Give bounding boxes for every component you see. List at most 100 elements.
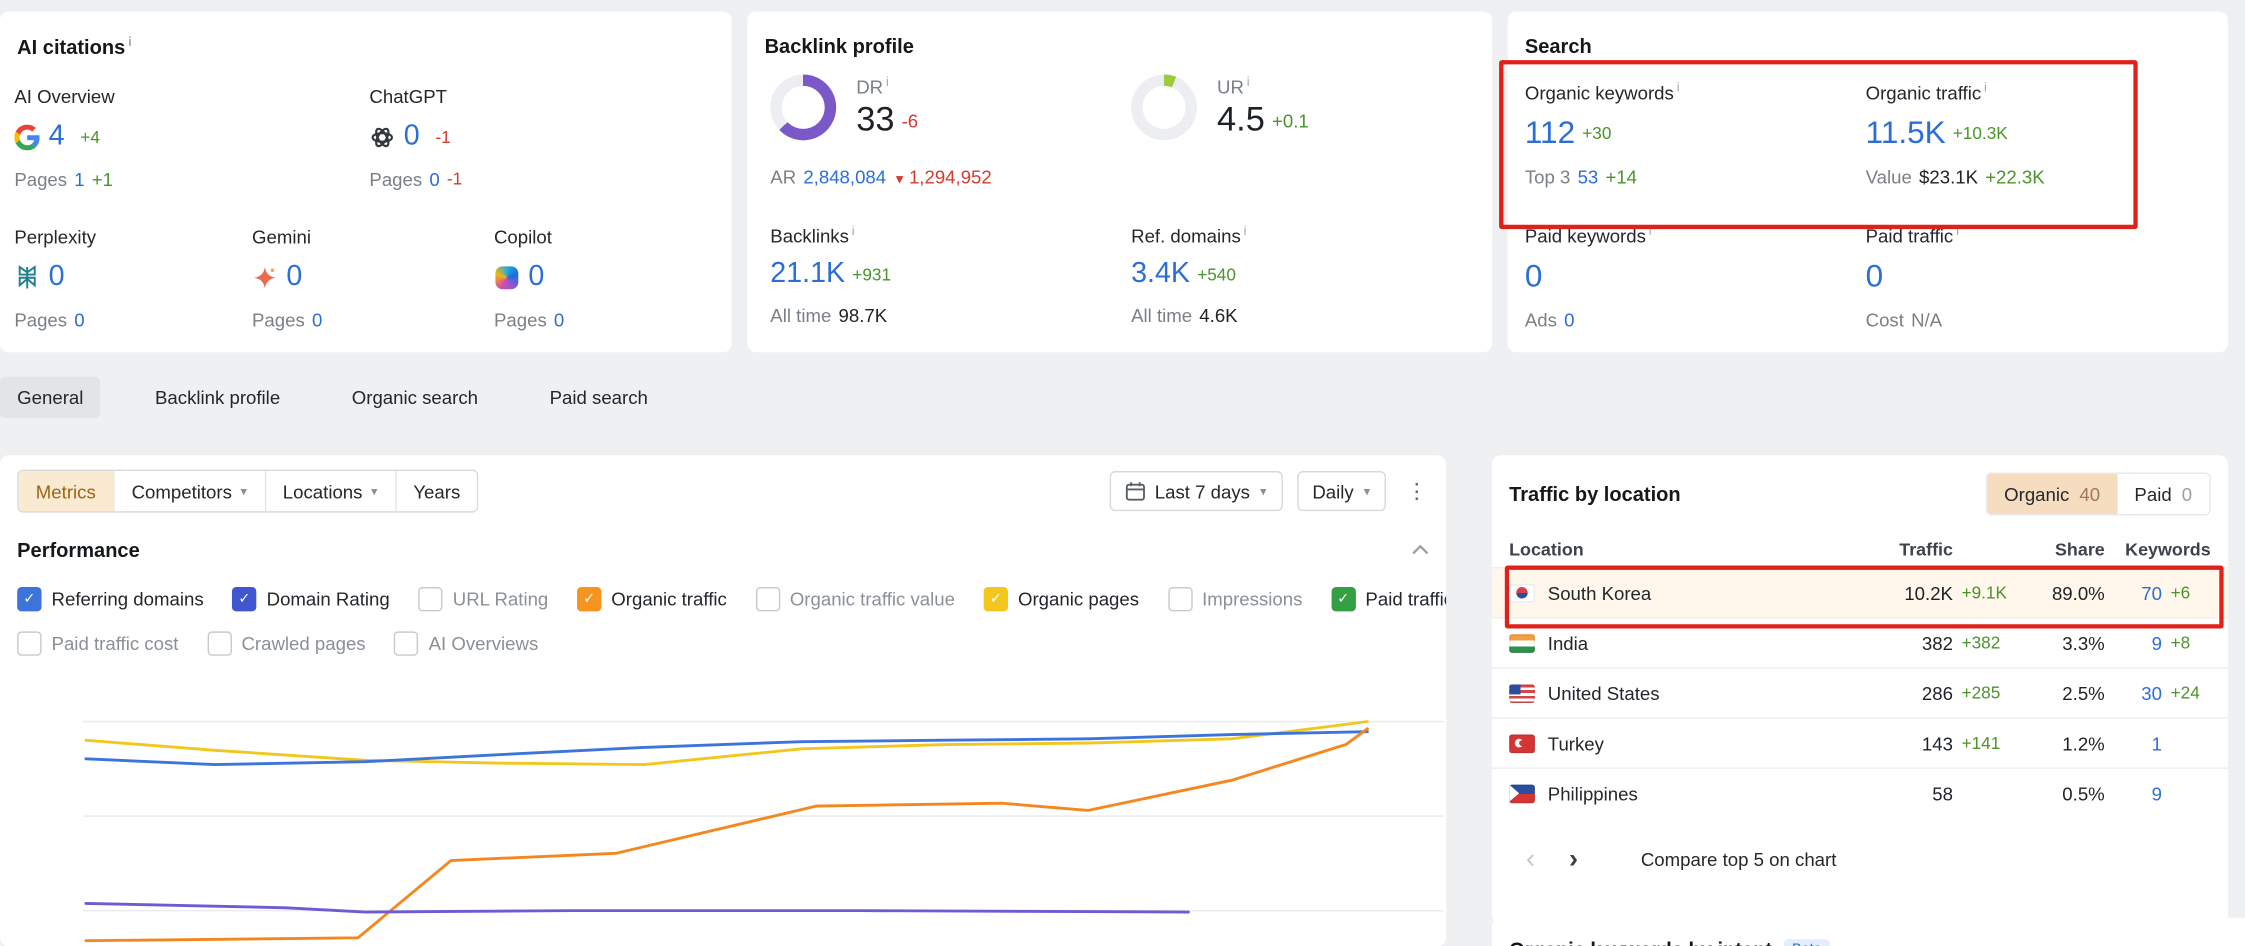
- organic-intent-title: Organic keywords by intent: [1509, 938, 1772, 946]
- checkbox-unchecked-icon: [418, 587, 442, 611]
- metric-checkbox-organic-pages[interactable]: ✓Organic pages: [984, 587, 1139, 611]
- dr-donut-chart: [770, 74, 836, 140]
- performance-line-chart: [0, 659, 1446, 946]
- compare-top-5-link[interactable]: Compare top 5 on chart: [1641, 848, 1837, 869]
- ur-donut-chart: [1131, 74, 1197, 140]
- metric-checkbox-crawled-pages[interactable]: Crawled pages: [207, 631, 366, 655]
- keywords-link[interactable]: 9: [2105, 782, 2162, 803]
- chatgpt-icon: [369, 124, 395, 150]
- locations-button[interactable]: Locations▾: [264, 471, 395, 511]
- metric-checkbox-paid-traffic-cost[interactable]: Paid traffic cost: [17, 631, 178, 655]
- info-icon[interactable]: i: [1244, 223, 1247, 237]
- info-icon[interactable]: i: [128, 34, 132, 48]
- url-rating-block: URi 4.5+0.1: [1131, 74, 1309, 140]
- copilot-icon: [494, 264, 520, 290]
- checkbox-unchecked-icon: [207, 631, 231, 655]
- chevron-down-icon: ▾: [371, 483, 377, 499]
- search-title: Search: [1525, 34, 1592, 57]
- metric-checkbox-ai-overviews[interactable]: AI Overviews: [394, 631, 538, 655]
- keywords-link[interactable]: 30: [2105, 682, 2162, 703]
- keywords-link[interactable]: 1: [2105, 732, 2162, 753]
- organic-keywords-by-intent-card: Organic keywords by intent Beta: [1492, 918, 2245, 946]
- table-row-india[interactable]: India 382 +382 3.3% 9 +8: [1492, 617, 2228, 667]
- chart-config-group: Metrics Competitors▾ Locations▾ Years: [17, 470, 479, 513]
- ai-item-chatgpt: ChatGPT 0 -1 Pages 0 -1: [369, 86, 598, 191]
- paid-keywords-block: Paid keywordsi 0 Ads0: [1525, 223, 1854, 331]
- organic-keywords-block: Organic keywordsi 112+30 Top 353+14: [1525, 80, 1854, 188]
- tab-paid-search[interactable]: Paid search: [532, 376, 665, 418]
- search-card: Search Organic keywordsi 112+30 Top 353+…: [1508, 11, 2228, 352]
- checkbox-unchecked-icon: [394, 631, 418, 655]
- paid-traffic-block: Paid traffici 0 CostN/A: [1866, 223, 2195, 331]
- info-icon[interactable]: i: [886, 74, 889, 88]
- metric-checkbox-organic-traffic[interactable]: ✓Organic traffic: [577, 587, 727, 611]
- checkbox-checked-icon: ✓: [577, 587, 601, 611]
- metric-checkbox-impressions[interactable]: Impressions: [1168, 587, 1303, 611]
- collapse-chevron-icon[interactable]: [1412, 544, 1429, 555]
- table-row-turkey[interactable]: Turkey 143 +141 1.2% 1: [1492, 717, 2228, 767]
- flag-icon-turkey: [1509, 734, 1535, 753]
- location-table-header: Location Traffic Share Keywords: [1492, 533, 2228, 567]
- ai-item-ai-overview: AI Overview 4 +4 Pages 1 +1: [14, 86, 243, 191]
- years-button[interactable]: Years: [395, 471, 478, 511]
- tab-backlink-profile[interactable]: Backlink profile: [138, 376, 298, 418]
- info-icon[interactable]: i: [1247, 74, 1250, 88]
- competitors-button[interactable]: Competitors▾: [113, 471, 264, 511]
- ai-citations-title: AI citationsi: [17, 34, 132, 58]
- more-options-button[interactable]: ⋮: [1397, 471, 1428, 511]
- info-icon[interactable]: i: [1984, 80, 1987, 94]
- granularity-button[interactable]: Daily▾: [1297, 471, 1386, 511]
- performance-card: Metrics Competitors▾ Locations▾ Years La…: [0, 455, 1446, 946]
- paid-toggle-button[interactable]: Paid0: [2117, 474, 2209, 514]
- keywords-link[interactable]: 9: [2105, 632, 2162, 653]
- backlink-profile-title: Backlink profile: [765, 34, 914, 57]
- traffic-type-toggle: Organic40 Paid0: [1986, 472, 2211, 515]
- checkbox-unchecked-icon: [17, 631, 41, 655]
- google-icon: [14, 124, 40, 150]
- previous-page-button[interactable]: ‹: [1509, 838, 1552, 881]
- report-tabs: General Backlink profile Organic search …: [0, 375, 665, 418]
- ref-domains-block: Ref. domainsi 3.4K+540 All time4.6K: [1131, 223, 1460, 327]
- traffic-by-location-card: Traffic by location Organic40 Paid0 Loca…: [1492, 455, 2228, 923]
- flag-icon-south-korea: [1509, 583, 1535, 602]
- table-row-philippines[interactable]: Philippines 58 0.5% 9: [1492, 767, 2228, 817]
- ai-item-perplexity: Perplexity 0 Pages 0: [14, 226, 243, 331]
- flag-icon-india: [1509, 634, 1535, 653]
- table-row-south-korea[interactable]: South Korea 10.2K +9.1K 89.0% 70 +6: [1492, 567, 2228, 617]
- metric-checkbox-referring-domains[interactable]: ✓Referring domains: [17, 587, 203, 611]
- keywords-link[interactable]: 70: [2105, 582, 2162, 603]
- date-range-button[interactable]: Last 7 days ▾: [1109, 471, 1282, 511]
- kebab-icon: ⋮: [1406, 480, 1427, 504]
- info-icon[interactable]: i: [852, 223, 855, 237]
- backlink-profile-card: Backlink profile DRi 33-6 AR 2,848,084 ▼…: [747, 11, 1492, 352]
- checkbox-unchecked-icon: [1168, 587, 1192, 611]
- info-icon[interactable]: i: [1677, 80, 1680, 94]
- calendar-icon: [1125, 481, 1145, 501]
- metrics-button[interactable]: Metrics: [19, 471, 113, 511]
- organic-toggle-button[interactable]: Organic40: [1987, 474, 2117, 514]
- perplexity-icon: [14, 264, 40, 290]
- next-page-button[interactable]: ›: [1552, 838, 1595, 881]
- checkbox-checked-icon: ✓: [1331, 587, 1355, 611]
- checkbox-unchecked-icon: [755, 587, 779, 611]
- metric-checkbox-url-rating[interactable]: URL Rating: [418, 587, 548, 611]
- table-row-united-states[interactable]: United States 286 +285 2.5% 30 +24: [1492, 667, 2228, 717]
- gemini-icon: [252, 264, 278, 290]
- chevron-down-icon: ▾: [1364, 483, 1370, 499]
- metric-checkbox-domain-rating[interactable]: ✓Domain Rating: [232, 587, 389, 611]
- down-triangle-icon: ▼: [893, 172, 906, 186]
- chevron-down-icon: ▾: [1260, 483, 1266, 499]
- tab-organic-search[interactable]: Organic search: [335, 376, 496, 418]
- metric-checkbox-paid-traffic[interactable]: ✓Paid traffic: [1331, 587, 1446, 611]
- beta-badge: Beta: [1783, 939, 1830, 946]
- info-icon[interactable]: i: [1649, 223, 1652, 237]
- tab-general[interactable]: General: [0, 376, 101, 418]
- organic-traffic-block: Organic traffici 11.5K+10.3K Value$23.1K…: [1866, 80, 2195, 188]
- metric-checkbox-organic-traffic-value[interactable]: Organic traffic value: [755, 587, 955, 611]
- metric-checkbox-row-2: Paid traffic cost Crawled pages AI Overv…: [17, 631, 538, 655]
- flag-icon-philippines: [1509, 784, 1535, 803]
- backlinks-block: Backlinksi 21.1K+931 All time98.7K: [770, 223, 1099, 327]
- info-icon[interactable]: i: [1956, 223, 1959, 237]
- performance-toolbar: Metrics Competitors▾ Locations▾ Years La…: [17, 470, 1429, 513]
- checkbox-checked-icon: ✓: [984, 587, 1008, 611]
